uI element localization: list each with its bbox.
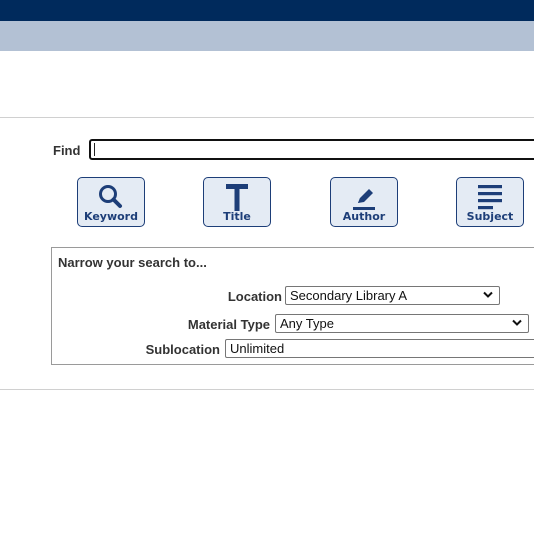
divider-bottom [0,389,534,390]
sublocation-label: Sublocation [145,342,220,357]
navigation-bar [0,21,534,51]
author-search-button[interactable]: Author [330,177,398,227]
lines-icon [478,185,502,210]
title-button-label: Title [223,210,251,223]
magnifier-icon [99,185,122,208]
narrow-search-title: Narrow your search to... [58,255,207,270]
keyword-button-label: Keyword [84,210,138,223]
find-label: Find [53,143,81,158]
sublocation-select[interactable]: Unlimited [225,339,534,358]
location-label: Location [227,289,282,304]
author-button-label: Author [342,210,386,223]
chevron-down-icon [512,319,522,326]
top-header-bar [0,0,534,21]
text-caret [94,143,95,156]
material-type-label: Material Type [187,317,270,332]
letter-t-icon [226,184,248,211]
title-search-button[interactable]: Title [203,177,271,227]
material-type-select[interactable]: Any Type [275,314,529,333]
keyword-search-button[interactable]: Keyword [77,177,145,227]
find-input[interactable] [89,139,534,160]
pencil-icon [353,189,375,210]
sublocation-select-value: Unlimited [230,341,285,356]
location-select-value: Secondary Library A [290,288,408,303]
material-type-select-value: Any Type [280,316,334,331]
location-select[interactable]: Secondary Library A [285,286,500,305]
subject-search-button[interactable]: Subject [456,177,524,227]
chevron-down-icon [483,291,493,298]
divider-top [0,117,534,118]
subject-button-label: Subject [466,210,514,223]
